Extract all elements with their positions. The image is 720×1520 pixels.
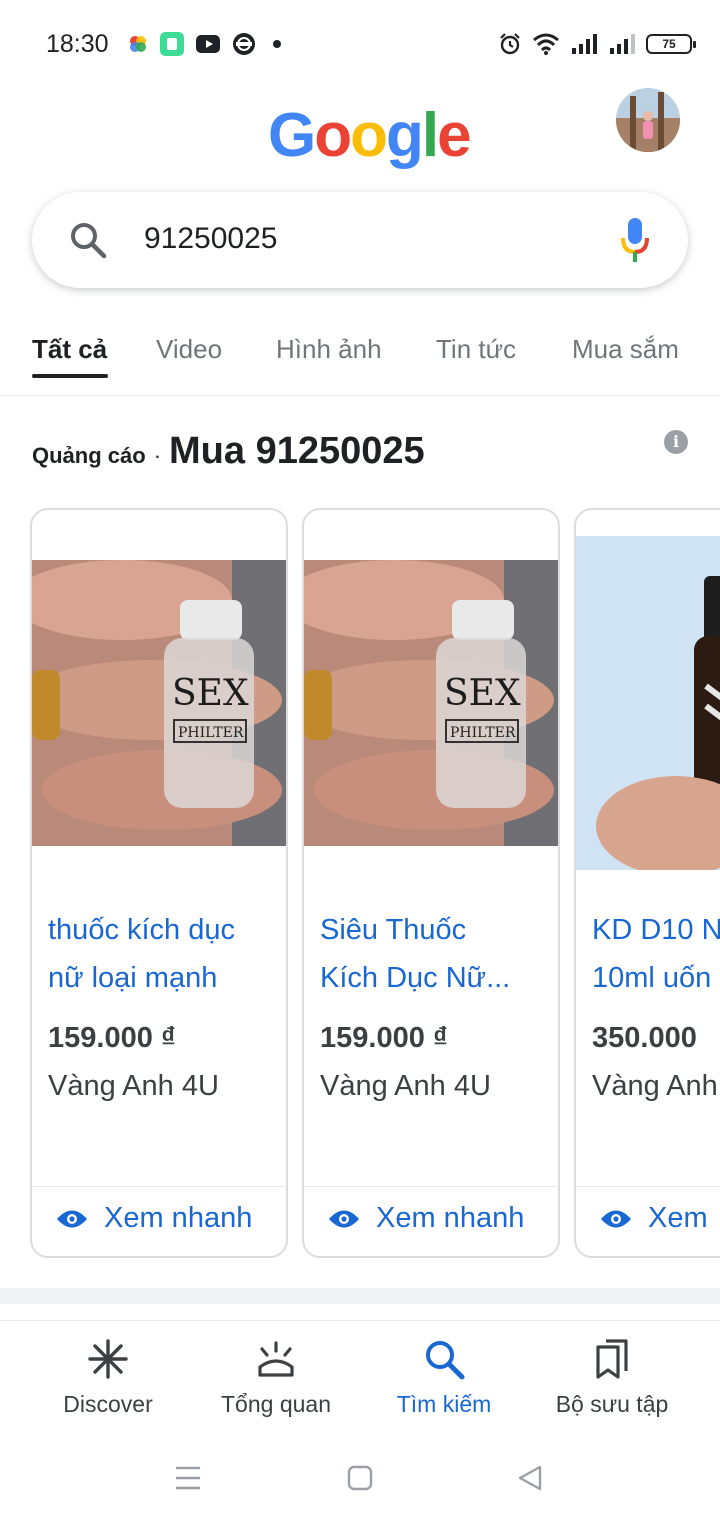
- search-icon: [426, 1341, 465, 1380]
- menu-icon[interactable]: [174, 1464, 202, 1492]
- product-image: SEX PHILTER: [32, 560, 286, 846]
- search-icon: [71, 223, 107, 259]
- search-tabs: Tất cả Video Hình ảnh Tin tức Mua sắm: [0, 320, 720, 396]
- back-icon[interactable]: [516, 1464, 544, 1492]
- product-photo: [576, 536, 720, 870]
- product-name-line: thuốc kích dục: [48, 914, 235, 946]
- status-bar: 18:30 75: [0, 0, 720, 88]
- logo-text: Google: [268, 100, 472, 171]
- eye-icon: [329, 1210, 359, 1227]
- signal-icon: [572, 34, 597, 54]
- logo-letter: l: [421, 101, 439, 170]
- tab-news[interactable]: Tin tức: [436, 334, 516, 365]
- nav-label: Discover: [63, 1391, 153, 1417]
- svg-text:SEX: SEX: [444, 673, 521, 714]
- quick-view-label: Xem nhanh: [376, 1202, 525, 1234]
- headset-icon: [233, 33, 255, 55]
- product-name-line: nữ loại mạnh: [48, 962, 218, 994]
- eye-icon: [601, 1210, 631, 1227]
- ad-label: Quảng cáo: [32, 443, 146, 468]
- nav-overview[interactable]: Tổng quan: [196, 1337, 356, 1418]
- signal-icon: [610, 34, 635, 54]
- nav-collections[interactable]: Bộ sưu tập: [532, 1337, 692, 1418]
- mic-icon[interactable]: [620, 216, 650, 264]
- product-card[interactable]: SEX PHILTER Siêu Thuốc Kích Dục Nữ... 15…: [302, 508, 560, 1258]
- quick-view-label: Xem nhanh: [104, 1202, 253, 1234]
- search-input[interactable]: 91250025: [144, 222, 277, 256]
- nav-label: Bộ sưu tập: [555, 1391, 669, 1417]
- product-price: 350.000: [592, 1022, 697, 1054]
- eye-icon: [57, 1210, 87, 1227]
- card-divider: [576, 1186, 720, 1187]
- product-seller: Vàng Anh 4U: [320, 1070, 491, 1102]
- alarm-icon: [500, 33, 520, 55]
- product-image: [576, 536, 720, 870]
- section-divider: [0, 1288, 720, 1304]
- nav-label: Tìm kiếm: [396, 1391, 492, 1417]
- nav-search[interactable]: Tìm kiếm: [364, 1337, 524, 1418]
- svg-text:SEX: SEX: [172, 673, 249, 714]
- logo-letter: e: [437, 101, 472, 170]
- card-divider: [32, 1186, 286, 1187]
- product-photo: SEX PHILTER: [32, 560, 286, 846]
- info-icon[interactable]: i: [664, 430, 688, 454]
- product-price: 159.000 ₫: [320, 1022, 448, 1054]
- system-nav: [0, 1440, 720, 1520]
- search-bar[interactable]: 91250025: [32, 192, 688, 288]
- logo-letter: o: [314, 101, 352, 170]
- avatar-photo: [616, 88, 680, 152]
- youtube-icon: [196, 35, 220, 53]
- product-card[interactable]: KD D10 N 10ml uốn 350.000 Vàng Anh Xem: [574, 508, 720, 1258]
- clock: 18:30: [46, 30, 109, 58]
- product-seller: Vàng Anh: [592, 1070, 718, 1102]
- product-name[interactable]: KD D10 N 10ml uốn: [592, 906, 720, 1002]
- bookmarks-icon: [596, 1339, 628, 1379]
- screen: 18:30 75 Google 91250025 Tất cả Video Hì…: [0, 0, 720, 1520]
- svg-text:PHILTER: PHILTER: [450, 725, 516, 741]
- svg-text:PHILTER: PHILTER: [178, 725, 244, 741]
- avatar[interactable]: [616, 88, 680, 152]
- logo-letter: G: [268, 101, 316, 170]
- nav-discover[interactable]: Discover: [28, 1337, 188, 1418]
- logo-letter: o: [350, 101, 388, 170]
- product-name-line: KD D10 N: [592, 914, 720, 946]
- ad-title: Mua 91250025: [169, 430, 425, 472]
- product-photo: SEX PHILTER: [304, 560, 558, 846]
- bottom-nav: Discover Tổng quan Tìm kiếm Bộ sưu tập: [0, 1320, 720, 1440]
- tab-shopping[interactable]: Mua sắm: [572, 334, 679, 365]
- quick-view-button[interactable]: Xem: [600, 1202, 708, 1235]
- ads-heading: Quảng cáo · Mua 91250025: [32, 430, 425, 473]
- tab-video[interactable]: Video: [156, 334, 222, 365]
- logo-letter: g: [385, 101, 424, 170]
- product-name[interactable]: Siêu Thuốc Kích Dục Nữ...: [320, 906, 540, 1002]
- asterisk-icon: [88, 1339, 128, 1379]
- active-tab-indicator: [32, 374, 108, 378]
- product-image: SEX PHILTER: [304, 560, 558, 846]
- product-name-line: 10ml uốn: [592, 962, 712, 994]
- app-icon: [160, 32, 184, 56]
- status-right: 75: [498, 30, 696, 58]
- quick-view-button[interactable]: Xem nhanh: [56, 1202, 252, 1235]
- tab-images[interactable]: Hình ảnh: [276, 334, 382, 365]
- card-divider: [304, 1186, 558, 1187]
- battery-icon: 75: [646, 34, 696, 54]
- sunrise-icon: [258, 1341, 294, 1377]
- product-name[interactable]: thuốc kích dục nữ loại mạnh: [48, 906, 268, 1002]
- product-price: 159.000 ₫: [48, 1022, 176, 1054]
- google-logo: Google: [268, 100, 472, 171]
- wifi-icon: [533, 33, 559, 55]
- nav-label: Tổng quan: [221, 1391, 331, 1417]
- quick-view-button[interactable]: Xem nhanh: [328, 1202, 524, 1235]
- dot-icon: [273, 40, 281, 48]
- product-seller: Vàng Anh 4U: [48, 1070, 219, 1102]
- ad-separator: ·: [153, 443, 162, 468]
- product-card[interactable]: SEX PHILTER thuốc kích dục nữ loại mạnh …: [30, 508, 288, 1258]
- quick-view-label: Xem: [648, 1202, 708, 1234]
- photos-icon: [130, 36, 146, 52]
- home-icon[interactable]: [346, 1464, 374, 1492]
- tab-all[interactable]: Tất cả: [32, 334, 107, 365]
- product-name-line: Siêu Thuốc: [320, 914, 467, 946]
- product-name-line: Kích Dục Nữ...: [320, 962, 511, 994]
